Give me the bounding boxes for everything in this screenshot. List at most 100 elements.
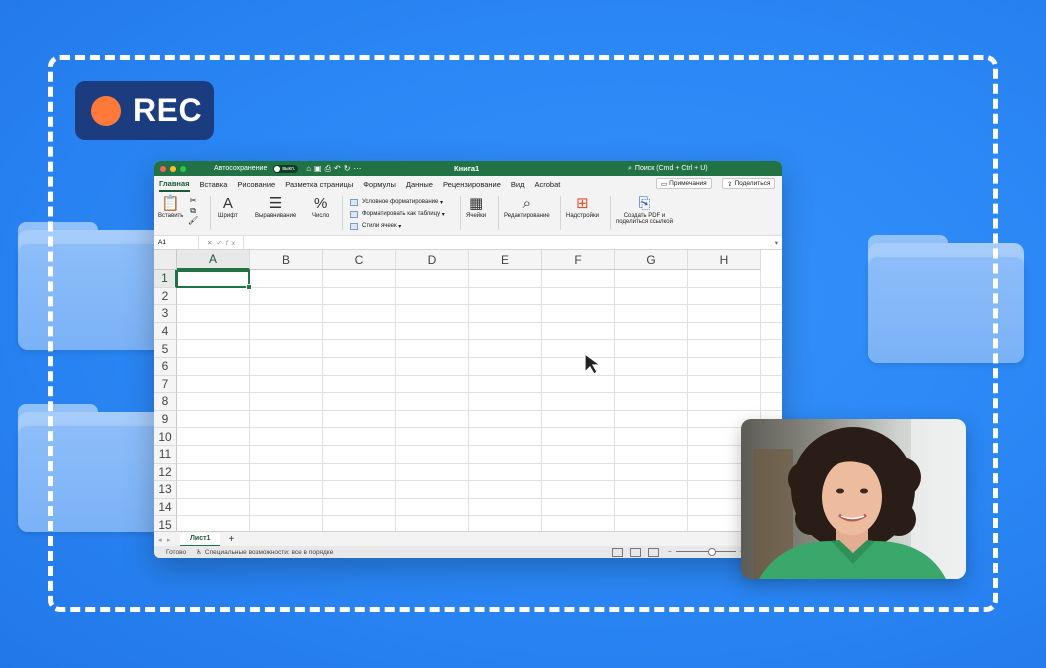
expand-formula-icon[interactable]: ▾ — [775, 239, 778, 247]
close-window-button[interactable] — [160, 165, 166, 172]
ribbon-tabs: Главная Вставка Рисование Разметка стран… — [154, 176, 782, 192]
tab-data[interactable]: Данные — [406, 178, 433, 191]
maximize-window-button[interactable] — [180, 165, 186, 172]
share-button[interactable]: ⇪ Поделиться — [722, 178, 776, 189]
row-header-4[interactable]: 4 — [154, 322, 177, 341]
grid-column-line — [249, 270, 250, 531]
row-header-14[interactable]: 14 — [154, 498, 177, 517]
column-header-d[interactable]: D — [396, 250, 469, 270]
search-box[interactable]: ⌕ Поиск (Cmd + Ctrl + U) — [628, 165, 708, 173]
autosave-toggle[interactable]: выкл. — [273, 164, 299, 173]
status-bar: Готово ♿ Специальные возможности: все в … — [154, 546, 782, 558]
row-header-10[interactable]: 10 — [154, 428, 177, 446]
row-header-6[interactable]: 6 — [154, 358, 177, 376]
add-sheet-button[interactable]: + — [228, 534, 234, 545]
create-pdf-group[interactable]: ⎘ Создать PDF и поделиться ссылкой — [616, 195, 673, 225]
cut-icon[interactable]: ✂ — [188, 196, 198, 206]
paste-group[interactable]: 📋 Вставить — [158, 195, 183, 219]
row-header-5[interactable]: 5 — [154, 340, 177, 358]
view-page-break-icon[interactable] — [648, 547, 659, 557]
minimize-window-button[interactable] — [170, 165, 176, 172]
zoom-out-button[interactable]: − — [668, 549, 672, 556]
editing-group[interactable]: ⌕ Редактирование — [504, 195, 550, 219]
alignment-group[interactable]: ☰ Выравнивание — [255, 195, 296, 219]
undo-icon[interactable]: ↶ — [334, 164, 344, 173]
cell-styles-button[interactable]: Стили ячеек ▾ — [350, 220, 445, 232]
redo-icon[interactable]: ↻ — [344, 164, 354, 173]
workbook-title: Книга1 — [454, 164, 480, 173]
column-header-h[interactable]: H — [688, 250, 761, 270]
grid-column-line — [614, 270, 615, 531]
tab-draw[interactable]: Рисование — [237, 178, 275, 191]
save-icon[interactable]: ▣ — [314, 164, 325, 173]
row-header-2[interactable]: 2 — [154, 287, 177, 306]
number-group[interactable]: % Число — [312, 195, 329, 219]
font-icon: A — [222, 195, 233, 212]
zoom-slider[interactable] — [676, 551, 736, 552]
confirm-icon[interactable]: ✓ — [216, 240, 225, 247]
column-header-a[interactable]: A — [177, 250, 250, 270]
cells-label: Ячейки — [466, 213, 487, 219]
grid-column-line — [395, 270, 396, 531]
tab-review[interactable]: Рецензирование — [443, 178, 501, 191]
spreadsheet-grid[interactable]: A B C D E F G H 1 2 3 4 5 6 7 8 9 10 11 12 13 14 15 — [154, 250, 782, 531]
row-header-8[interactable]: 8 — [154, 393, 177, 411]
column-header-g[interactable]: G — [615, 250, 688, 270]
format-as-table-button[interactable]: Форматировать как таблицу ▾ — [350, 208, 445, 220]
row-header-12[interactable]: 12 — [154, 463, 177, 482]
addins-icon: ⊞ — [576, 195, 589, 212]
search-placeholder: Поиск (Cmd + Ctrl + U) — [634, 165, 708, 172]
row-header-15[interactable]: 15 — [154, 516, 177, 531]
tab-acrobat[interactable]: Acrobat — [534, 178, 560, 191]
tab-formulas[interactable]: Формулы — [363, 178, 396, 191]
format-painter-icon[interactable]: 🖌 — [188, 216, 198, 226]
formula-input[interactable] — [242, 236, 775, 249]
column-header-c[interactable]: C — [323, 250, 396, 270]
fx-icon[interactable]: fx — [226, 240, 239, 247]
row-header-7[interactable]: 7 — [154, 375, 177, 394]
tab-insert[interactable]: Вставка — [200, 178, 228, 191]
view-page-layout-icon[interactable] — [630, 547, 641, 557]
sheet-nav-prev-icon[interactable]: ◂ — [158, 536, 162, 544]
status-accessibility[interactable]: Специальные возможности: все в порядке — [205, 549, 333, 556]
excel-window: Автосохранение выкл. ⌂▣⎙↶↻⋯ Книга1 ⌕ Пои… — [154, 161, 782, 558]
home-icon[interactable]: ⌂ — [306, 164, 314, 173]
rec-badge[interactable]: REC — [75, 81, 214, 140]
comments-button[interactable]: ▭ Примечания — [656, 178, 712, 189]
copy-icon[interactable]: ⧉ — [188, 206, 198, 216]
zoom-slider-thumb[interactable] — [708, 548, 716, 556]
view-normal-icon[interactable] — [612, 547, 623, 557]
grid-row-line — [177, 480, 782, 482]
column-header-f[interactable]: F — [542, 250, 615, 270]
addins-group[interactable]: ⊞ Надстройки — [566, 195, 599, 219]
cells-group[interactable]: ▦ Ячейки — [466, 195, 486, 219]
more-icon[interactable]: ⋯ — [353, 164, 364, 173]
grid-column-line — [541, 270, 542, 531]
record-dot-icon — [91, 95, 121, 126]
column-header-b[interactable]: B — [250, 250, 323, 270]
share-label: Поделиться — [734, 180, 771, 187]
row-header-1[interactable]: 1 — [154, 270, 177, 288]
active-cell-a1[interactable] — [176, 270, 252, 290]
row-header-3[interactable]: 3 — [154, 305, 177, 323]
sheet-tab-1[interactable]: Лист1 — [180, 532, 221, 547]
row-header-13[interactable]: 13 — [154, 481, 177, 499]
share-icon: ⇪ — [727, 180, 733, 188]
name-box[interactable]: A1 — [154, 236, 199, 249]
clipboard-icon: 📋 — [161, 195, 181, 212]
tab-page-layout[interactable]: Разметка страницы — [285, 178, 353, 191]
column-header-e[interactable]: E — [469, 250, 542, 270]
conditional-formatting-button[interactable]: Условное форматирование ▾ — [350, 196, 445, 208]
tab-view[interactable]: Вид — [511, 178, 525, 191]
select-all-corner[interactable] — [154, 250, 177, 270]
font-group[interactable]: A Шрифт — [218, 195, 238, 219]
magnifier-icon: ⌕ — [522, 195, 532, 212]
tab-home[interactable]: Главная — [159, 177, 190, 192]
autosave-label: Автосохранение — [214, 165, 268, 172]
paste-label: Вставить — [158, 213, 184, 219]
sheet-nav-next-icon[interactable]: ▸ — [167, 536, 171, 544]
row-header-11[interactable]: 11 — [154, 446, 177, 464]
row-header-9[interactable]: 9 — [154, 410, 177, 429]
print-icon[interactable]: ⎙ — [325, 164, 334, 173]
align-icon: ☰ — [268, 195, 283, 212]
